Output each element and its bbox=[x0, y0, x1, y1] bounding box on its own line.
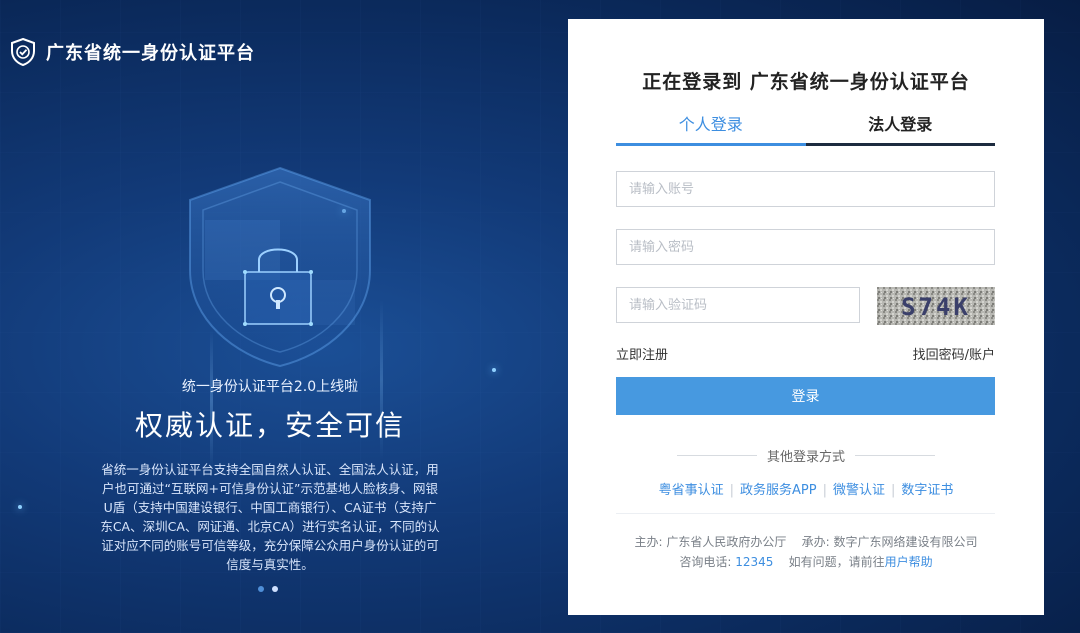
sparkle-dot bbox=[18, 505, 22, 509]
tab-underline bbox=[806, 143, 995, 146]
register-link[interactable]: 立即注册 bbox=[616, 344, 668, 363]
captcha-input[interactable] bbox=[617, 288, 859, 322]
captcha-code: S74K bbox=[901, 293, 971, 321]
sparkle-dot bbox=[492, 368, 496, 372]
shield-check-icon bbox=[11, 38, 35, 66]
alt-login-police[interactable]: 微警认证 bbox=[833, 483, 885, 498]
footer-host: 主办: 广东省人民政府办公厅 bbox=[634, 535, 787, 549]
account-input[interactable] bbox=[617, 172, 994, 206]
user-help-link[interactable]: 用户帮助 bbox=[885, 555, 933, 569]
divider-line bbox=[855, 455, 935, 456]
other-methods-label: 其他登录方式 bbox=[766, 450, 845, 465]
promo-description: 省统一身份认证平台支持全国自然人认证、全国法人认证，用户也可通过“互联网+可信身… bbox=[100, 462, 440, 572]
footer-operator: 承办: 数字广东网络建设有限公司 bbox=[801, 535, 978, 549]
tab-corporate-login[interactable]: 法人登录 bbox=[806, 111, 996, 145]
carousel-dot-active[interactable] bbox=[258, 586, 264, 592]
alt-login-yueshengshi[interactable]: 粤省事认证 bbox=[659, 483, 724, 498]
footer-divider bbox=[616, 513, 995, 514]
account-field bbox=[616, 171, 995, 207]
password-input[interactable] bbox=[617, 230, 994, 264]
tab-active-indicator bbox=[616, 143, 806, 146]
account-links: 立即注册 找回密码/账户 bbox=[616, 344, 995, 363]
login-tabs: 个人登录 法人登录 bbox=[616, 111, 995, 145]
other-methods-heading: 其他登录方式 bbox=[568, 446, 1044, 465]
footer-contact: 咨询电话: 12345 如有问题，请前往用户帮助 bbox=[568, 553, 1044, 570]
tab-personal-login[interactable]: 个人登录 bbox=[616, 111, 806, 145]
alt-login-certificate[interactable]: 数字证书 bbox=[901, 483, 953, 498]
login-title: 正在登录到 广东省统一身份认证平台 bbox=[642, 71, 970, 93]
footer-phone: 12345 bbox=[735, 555, 774, 569]
footer-organizers: 主办: 广东省人民政府办公厅 承办: 数字广东网络建设有限公司 bbox=[568, 533, 1044, 550]
footer-help-text: 如有问题，请前往 bbox=[788, 555, 885, 569]
alt-login-gov-app[interactable]: 政务服务APP bbox=[740, 483, 817, 498]
captcha-image[interactable]: S74K bbox=[877, 287, 995, 325]
login-button[interactable]: 登录 bbox=[616, 377, 995, 415]
recover-account-link[interactable]: 找回密码/账户 bbox=[913, 344, 995, 363]
carousel-dot[interactable] bbox=[272, 586, 278, 592]
brand: 广东省统一身份认证平台 bbox=[10, 38, 255, 66]
alt-login-methods: 粤省事认证 | 政务服务APP | 微警认证 | 数字证书 bbox=[658, 483, 954, 498]
carousel-indicators bbox=[258, 586, 278, 592]
login-card: 正在登录到 广东省统一身份认证平台 个人登录 法人登录 S74K 立即注册 找回… bbox=[568, 19, 1044, 615]
footer-phone-label: 咨询电话: bbox=[679, 555, 732, 569]
password-field bbox=[616, 229, 995, 265]
promo-title: 权威认证，安全可信 bbox=[134, 409, 405, 442]
brand-title: 广东省统一身份认证平台 bbox=[46, 43, 255, 64]
shield-lock-illustration bbox=[189, 166, 371, 368]
promo-subtitle: 统一身份认证平台2.0上线啦 bbox=[181, 379, 359, 395]
divider-line bbox=[676, 455, 757, 456]
captcha-field bbox=[616, 287, 860, 323]
